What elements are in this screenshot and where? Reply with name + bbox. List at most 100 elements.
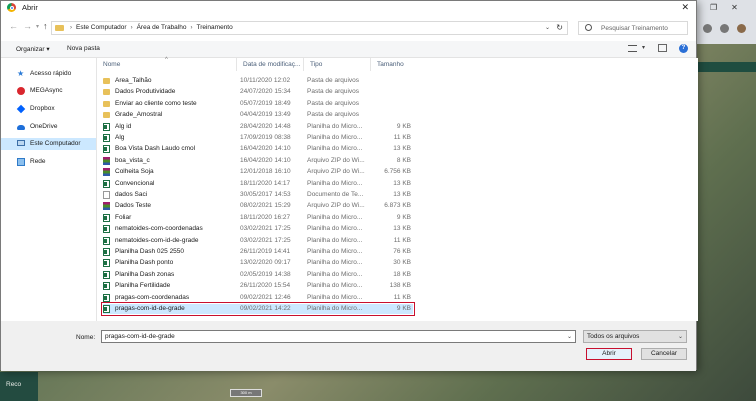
- up-arrow-icon[interactable]: ↑: [43, 21, 48, 31]
- column-header-name[interactable]: Nome ^: [97, 57, 237, 71]
- help-icon[interactable]: ?: [679, 44, 688, 53]
- file-row[interactable]: nematoides-com-coordenadas 03/02/2021 17:…: [103, 224, 413, 234]
- new-folder-button[interactable]: Nova pasta: [67, 45, 100, 52]
- network-icon: [17, 158, 25, 166]
- close-icon[interactable]: ✕: [681, 2, 689, 13]
- extension-icon[interactable]: [703, 24, 712, 33]
- file-row[interactable]: Dados Teste 08/02/2021 15:29 Arquivo ZIP d…: [103, 201, 413, 211]
- file-row[interactable]: Grade_Amostral 04/04/2019 13:49 Pasta de a…: [103, 110, 413, 120]
- excel-file-icon: [103, 145, 110, 154]
- map-header-band: [690, 62, 756, 72]
- sidebar-item-this-pc[interactable]: Este Computador: [1, 138, 96, 150]
- file-row[interactable]: dados Saci 30/05/2017 14:53 Documento de T…: [103, 190, 413, 200]
- file-row[interactable]: Planilha Dash ponto 13/02/2020 09:17 Plani…: [103, 258, 413, 268]
- zip-file-icon: [103, 156, 110, 165]
- file-row[interactable]: Planilha Dash 025 2550 26/11/2019 14:41 Pl…: [103, 247, 413, 257]
- file-size: 9 KB: [396, 213, 411, 221]
- file-row[interactable]: nematoides-com-id-de-grade 03/02/2021 17:…: [103, 236, 413, 246]
- file-row[interactable]: Enviar ao cliente como teste 05/07/2019 1…: [103, 99, 413, 109]
- file-type: Planilha do Micro...: [307, 122, 363, 130]
- tabs-icon[interactable]: [720, 24, 729, 33]
- file-row[interactable]: Area_Talhão 10/11/2020 12:02 Pasta de arqu…: [103, 76, 413, 86]
- sidebar-item-onedrive[interactable]: OneDrive: [1, 121, 96, 133]
- map-scale: 300 m: [230, 389, 262, 397]
- address-bar[interactable]: › Este Computador › Área de Trabalho › T…: [51, 21, 568, 35]
- breadcrumb-item[interactable]: Treinamento: [196, 24, 232, 31]
- refresh-icon[interactable]: ↻: [556, 23, 563, 32]
- column-header-type[interactable]: Tipo: [304, 58, 371, 71]
- file-size: 13 KB: [393, 191, 411, 198]
- file-size: 9 KB: [396, 305, 411, 312]
- sidebar-item-network[interactable]: Rede: [1, 156, 96, 168]
- cancel-button[interactable]: Cancelar: [641, 348, 687, 360]
- forward-arrow-icon[interactable]: →: [23, 21, 32, 31]
- file-row[interactable]: Planilha Fertilidade 26/11/2020 15:54 Plan…: [103, 281, 413, 291]
- back-arrow-icon[interactable]: ←: [9, 21, 18, 31]
- file-date: 08/02/2021 15:29: [240, 202, 291, 210]
- file-row[interactable]: Foliar 18/11/2020 16:27 Planilha do Micro.…: [103, 213, 413, 223]
- open-button[interactable]: Abrir: [586, 348, 632, 360]
- file-row[interactable]: Alg 17/09/2019 08:38 Planilha do Micro... 1…: [103, 133, 413, 143]
- file-row[interactable]: Planilha Dash zonas 02/05/2019 14:38 Plani…: [103, 270, 413, 280]
- excel-file-icon: [103, 248, 110, 256]
- breadcrumb-item[interactable]: Área de Trabalho: [137, 24, 187, 31]
- sidebar-item-dropbox[interactable]: Dropbox: [1, 103, 96, 115]
- reco-label[interactable]: Reco: [6, 381, 21, 388]
- close-window-icon[interactable]: ✕: [731, 3, 738, 12]
- avatar[interactable]: [737, 24, 746, 33]
- file-size: 13 KB: [393, 145, 411, 153]
- file-date: 13/02/2020 09:17: [240, 259, 291, 267]
- file-type: Planilha do Micro...: [307, 282, 363, 290]
- search-input[interactable]: [601, 23, 685, 33]
- search-icon: [585, 24, 592, 31]
- chevron-down-icon[interactable]: ⌄: [567, 333, 572, 340]
- file-date: 10/11/2020 12:02: [240, 77, 291, 84]
- file-type: Planilha do Micro...: [307, 305, 363, 312]
- file-type-select[interactable]: Todos os arquivos ⌄: [583, 330, 687, 343]
- file-row[interactable]: Convencional 18/11/2020 14:17 Planilha do …: [103, 179, 413, 189]
- file-size: 11 KB: [393, 134, 411, 141]
- search-box[interactable]: [578, 21, 688, 35]
- file-row[interactable]: boa_vista_c 16/04/2020 14:10 Arquivo ZIP d…: [103, 156, 413, 166]
- file-type: Planilha do Micro...: [307, 236, 363, 244]
- browser-extensions: [703, 24, 746, 33]
- breadcrumb-item[interactable]: Este Computador: [76, 24, 127, 31]
- organize-button[interactable]: Organizar ▾: [16, 45, 50, 53]
- dialog-title: Abrir: [22, 3, 38, 12]
- excel-file-icon: [103, 236, 110, 245]
- file-list: Nome ^ Data de modificaç... Tipo Tamanho…: [97, 57, 698, 321]
- file-row[interactable]: pragas-com-coordenadas 09/02/2021 12:46 Pl…: [103, 293, 413, 303]
- file-name: Planilha Dash zonas: [115, 270, 175, 278]
- file-row[interactable]: Dados Produtividade 24/07/2020 15:34 Pasta…: [103, 87, 413, 97]
- file-row[interactable]: Boa Vista Dash Laudo cmol 16/04/2020 14:1…: [103, 144, 413, 154]
- file-name: Dados Teste: [115, 202, 152, 210]
- file-date: 18/11/2020 16:27: [240, 213, 291, 221]
- recent-dropdown-icon[interactable]: ▾: [36, 23, 39, 30]
- file-row[interactable]: pragas-com-id-de-grade 09/02/2021 14:22 Pl…: [101, 302, 415, 316]
- chevron-down-icon[interactable]: ⌄: [545, 24, 550, 31]
- sidebar-item-megasync[interactable]: MEGAsync: [1, 85, 96, 97]
- preview-pane-icon[interactable]: [658, 44, 667, 52]
- file-size: 30 KB: [393, 259, 411, 267]
- file-type: Planilha do Micro...: [307, 145, 363, 153]
- file-type: Pasta de arquivos: [307, 99, 360, 107]
- filename-input[interactable]: pragas-com-id-de-grade ⌄: [101, 330, 576, 343]
- filename-label: Nome:: [76, 334, 96, 341]
- file-row[interactable]: Alg id 28/04/2020 14:48 Planilha do Micro.…: [103, 122, 413, 132]
- restore-icon[interactable]: ❐: [710, 3, 717, 12]
- file-date: 26/11/2020 15:54: [240, 282, 291, 290]
- chevron-down-icon[interactable]: ▾: [642, 44, 645, 51]
- sort-up-icon: ^: [165, 57, 168, 63]
- column-header-size[interactable]: Tamanho: [371, 58, 414, 71]
- file-type: Planilha do Micro...: [307, 270, 363, 278]
- view-options-icon[interactable]: [628, 45, 637, 52]
- file-type: Planilha do Micro...: [307, 225, 363, 233]
- sidebar-item-quick-access[interactable]: ★ Acesso rápido: [1, 68, 96, 80]
- file-date: 09/02/2021 12:46: [240, 293, 291, 301]
- window-controls: ❐ ✕: [710, 3, 738, 12]
- star-icon: ★: [17, 69, 25, 78]
- excel-file-icon: [103, 225, 110, 234]
- column-header-date[interactable]: Data de modificaç...: [237, 58, 304, 71]
- file-date: 04/04/2019 13:49: [240, 111, 291, 119]
- file-row[interactable]: Colheita Soja 12/01/2018 16:10 Arquivo ZIP…: [103, 167, 413, 177]
